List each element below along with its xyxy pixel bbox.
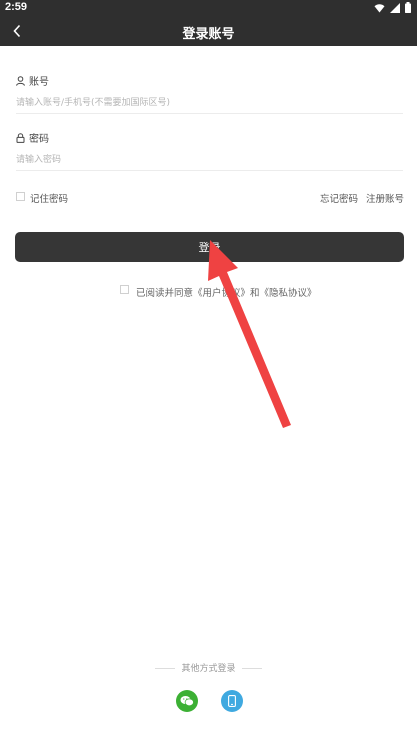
status-bar: 2:59 — [0, 0, 417, 16]
phone-login-button[interactable] — [221, 690, 243, 712]
remember-checkbox[interactable] — [16, 192, 25, 201]
title-bar: 登录账号 — [0, 16, 417, 46]
options-row: 记住密码 忘记密码 注册账号 — [16, 190, 404, 206]
agreement-text[interactable]: 已阅读并同意《用户协议》和《隐私协议》 — [136, 285, 317, 299]
password-label: 密码 — [29, 134, 49, 145]
remember-label: 记住密码 — [30, 194, 69, 205]
password-label-row: 密码 — [16, 130, 49, 145]
signal-icon — [390, 2, 400, 13]
other-login-divider: 其他方式登录 — [0, 661, 417, 675]
phone-icon — [228, 695, 236, 707]
login-button[interactable]: 登录 — [15, 232, 404, 262]
account-input[interactable] — [16, 92, 403, 114]
register-link[interactable]: 注册账号 — [366, 191, 404, 205]
wechat-icon — [180, 696, 194, 707]
wechat-login-button[interactable] — [176, 690, 198, 712]
password-input[interactable] — [16, 149, 403, 171]
agreement-checkbox[interactable] — [120, 285, 129, 294]
status-time: 2:59 — [5, 1, 28, 13]
wifi-icon — [374, 3, 385, 12]
lock-icon — [16, 132, 25, 143]
forgot-password-link[interactable]: 忘记密码 — [320, 191, 358, 205]
other-login-label: 其他方式登录 — [181, 664, 236, 674]
account-label-row: 账号 — [16, 73, 49, 88]
account-label: 账号 — [29, 77, 49, 88]
page-title: 登录账号 — [182, 27, 235, 42]
battery-icon — [405, 2, 411, 13]
divider-line-left — [154, 668, 175, 669]
status-icons — [374, 2, 411, 13]
user-icon — [16, 75, 25, 86]
divider-line-right — [242, 668, 263, 669]
